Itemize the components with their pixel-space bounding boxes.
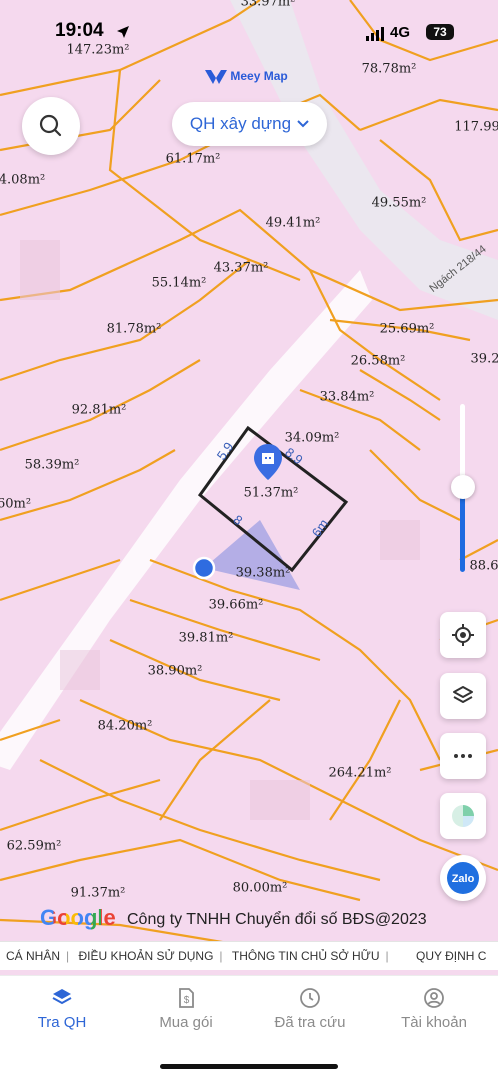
lot-area[interactable]: 81.78m² bbox=[107, 322, 162, 337]
layers-button[interactable] bbox=[440, 673, 486, 719]
lot-area[interactable]: 49.41m² bbox=[266, 216, 321, 231]
chevron-down-icon bbox=[297, 120, 309, 128]
lot-area[interactable]: 264.21m² bbox=[328, 766, 391, 781]
nav-label: Tra QH bbox=[37, 1014, 87, 1031]
layers-stack-icon bbox=[52, 989, 72, 1005]
svg-text:$: $ bbox=[184, 995, 190, 1006]
property-pin-icon bbox=[254, 444, 282, 480]
zoom-slider-handle[interactable] bbox=[451, 475, 475, 499]
planning-layer-value: QH xây dựng bbox=[189, 114, 292, 133]
nav-da-tra-cuu[interactable]: Đã tra cứu bbox=[248, 986, 372, 1031]
planning-layer-select[interactable]: QH xây dựng bbox=[172, 102, 327, 146]
lot-area[interactable]: 58.39m² bbox=[25, 458, 80, 473]
zalo-button[interactable]: Zalo bbox=[440, 855, 486, 901]
nav-tai-khoan[interactable]: Tài khoản bbox=[372, 986, 496, 1031]
my-location-button[interactable] bbox=[440, 612, 486, 658]
ticker-link[interactable]: QUY ĐỊNH C bbox=[392, 942, 492, 970]
layers-icon bbox=[453, 686, 473, 703]
home-indicator bbox=[160, 1064, 338, 1069]
google-logo: Google bbox=[40, 905, 116, 930]
pie-chart-icon bbox=[452, 805, 474, 827]
lot-area[interactable]: 78.78m² bbox=[362, 62, 417, 77]
lot-area[interactable]: 38.90m² bbox=[148, 664, 203, 679]
lot-area[interactable]: 91.37m² bbox=[71, 886, 126, 901]
lot-area[interactable]: 117.99 bbox=[454, 120, 498, 135]
search-button[interactable] bbox=[22, 97, 80, 155]
logo-text: Meey Map bbox=[230, 69, 288, 84]
lot-area[interactable]: 39.38m² bbox=[236, 566, 291, 581]
ticker-separator: | bbox=[66, 949, 70, 963]
status-bar: 19:04 4G 73 bbox=[0, 0, 498, 62]
user-location-dot bbox=[192, 556, 216, 580]
more-options-button[interactable] bbox=[440, 733, 486, 779]
meey-map-logo: Meey Map bbox=[205, 68, 288, 86]
ticker-separator: | bbox=[219, 949, 223, 963]
location-arrow-icon bbox=[116, 24, 130, 43]
nav-label: Mua gói bbox=[159, 1014, 213, 1031]
ticker-separator: | bbox=[385, 949, 389, 963]
google-attribution: Google bbox=[40, 905, 116, 931]
lot-area[interactable]: 39.81m² bbox=[179, 631, 234, 646]
network-type: 4G bbox=[389, 24, 410, 41]
battery-icon: 73 bbox=[426, 24, 454, 40]
nav-tra-qh[interactable]: Tra QH bbox=[0, 986, 124, 1031]
lot-area[interactable]: 60m² bbox=[0, 497, 31, 512]
invoice-icon: $ bbox=[179, 988, 194, 1008]
zalo-icon: Zalo bbox=[447, 862, 479, 894]
search-icon bbox=[39, 114, 62, 137]
lot-area[interactable]: 4.08m² bbox=[0, 173, 45, 188]
zoom-slider-fill bbox=[460, 487, 465, 572]
lot-area[interactable]: 61.17m² bbox=[166, 152, 221, 167]
lot-area[interactable]: 84.20m² bbox=[98, 719, 153, 734]
lot-area[interactable]: 43.37m² bbox=[214, 261, 269, 276]
account-icon bbox=[424, 988, 444, 1008]
status-time: 19:04 bbox=[55, 20, 104, 41]
lot-area[interactable]: 55.14m² bbox=[152, 276, 207, 291]
ticker-link[interactable]: CÁ NHÂN bbox=[0, 942, 66, 970]
selected-lot-area[interactable]: 51.37m² bbox=[244, 486, 299, 501]
footer-links-ticker: CÁ NHÂN | ĐIỀU KHOẢN SỬ DỤNG | THÔNG TIN C… bbox=[0, 941, 498, 970]
meey-logo-icon bbox=[205, 70, 227, 84]
signal-icon bbox=[366, 26, 386, 45]
lot-area[interactable]: 49.55m² bbox=[372, 196, 427, 211]
nav-label: Đã tra cứu bbox=[274, 1014, 346, 1031]
lot-area[interactable]: 80.00m² bbox=[233, 881, 288, 896]
lot-area[interactable]: 92.81m² bbox=[72, 403, 127, 418]
svg-text:Zalo: Zalo bbox=[452, 873, 475, 885]
nav-label: Tài khoản bbox=[401, 1014, 467, 1031]
nav-mua-goi[interactable]: $ Mua gói bbox=[124, 986, 248, 1031]
lot-area[interactable]: 88.6 bbox=[470, 559, 498, 574]
lot-area[interactable]: 39.66m² bbox=[209, 598, 264, 613]
lot-area[interactable]: 34.09m² bbox=[285, 431, 340, 446]
copyright-text: Công ty TNHH Chuyển đổi số BĐS@2023 bbox=[127, 911, 427, 928]
lot-area[interactable]: 26.58m² bbox=[351, 354, 406, 369]
lot-area[interactable]: 39.2 bbox=[471, 352, 498, 367]
ticker-link[interactable]: ĐIỀU KHOẢN SỬ DỤNG bbox=[72, 942, 219, 970]
lot-area[interactable]: 25.69m² bbox=[380, 322, 435, 337]
clock-icon bbox=[300, 988, 320, 1008]
lot-area[interactable]: 33.84m² bbox=[320, 390, 375, 405]
statistics-button[interactable] bbox=[440, 793, 486, 839]
more-horizontal-icon bbox=[454, 754, 472, 758]
ticker-link[interactable]: THÔNG TIN CHỦ SỞ HỮU bbox=[226, 942, 386, 970]
crosshair-icon bbox=[452, 624, 474, 646]
lot-area[interactable]: 62.59m² bbox=[7, 839, 62, 854]
